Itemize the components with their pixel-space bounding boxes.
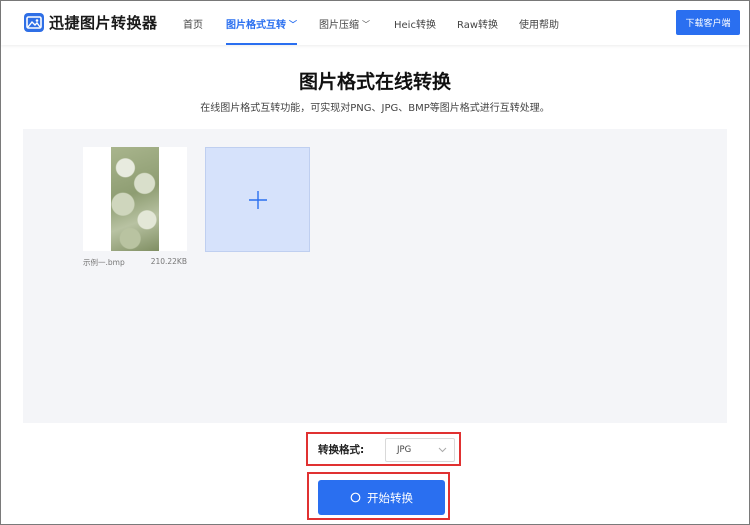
page-subtitle: 在线图片格式互转功能，可实现对PNG、JPG、BMP等图片格式进行互转处理。 xyxy=(200,103,550,114)
file-thumbnail[interactable] xyxy=(83,147,187,251)
format-select[interactable]: JPG xyxy=(385,438,455,462)
image-logo-icon xyxy=(24,13,44,32)
nav-item-compress[interactable]: 图片压缩 ﹀ xyxy=(319,16,370,31)
file-size: 210.22KB xyxy=(150,257,187,266)
nav-label: Raw转换 xyxy=(457,20,499,31)
file-name: 示例一.bmp xyxy=(83,258,125,267)
file-meta: 示例一.bmp 210.22KB xyxy=(83,257,187,268)
chevron-down-icon xyxy=(438,447,447,453)
format-label: 转换格式: xyxy=(318,443,365,456)
format-selector-row: 转换格式: JPG xyxy=(306,432,461,466)
nav-item-home[interactable]: 首页 xyxy=(183,16,203,31)
nav-item-help[interactable]: 使用帮助 xyxy=(519,16,559,31)
image-preview xyxy=(111,147,159,251)
nav-item-format-convert[interactable]: 图片格式互转 ﹀ xyxy=(226,16,297,45)
nav-item-heic[interactable]: Heic转换 xyxy=(394,16,436,31)
nav-label: 使用帮助 xyxy=(519,20,559,31)
nav-label: Heic转换 xyxy=(394,20,436,31)
start-convert-button[interactable]: 开始转换 xyxy=(318,480,445,515)
format-selected-value: JPG xyxy=(397,445,412,455)
chevron-down-icon: ﹀ xyxy=(362,20,370,29)
add-image-button[interactable] xyxy=(205,147,310,252)
nav-label: 图片压缩 xyxy=(319,20,359,31)
loading-icon xyxy=(350,492,361,503)
nav-label: 首页 xyxy=(183,20,203,31)
logo[interactable]: 迅捷图片转换器 xyxy=(24,12,158,33)
plus-icon xyxy=(248,190,267,209)
logo-text: 迅捷图片转换器 xyxy=(49,14,158,32)
start-button-highlight: 开始转换 xyxy=(307,472,450,520)
chevron-down-icon: ﹀ xyxy=(289,20,297,29)
page-title: 图片格式在线转换 xyxy=(298,71,451,93)
upload-area[interactable]: 示例一.bmp 210.22KB xyxy=(23,129,727,423)
nav-label: 图片格式互转 xyxy=(226,20,286,31)
nav-item-raw[interactable]: Raw转换 xyxy=(457,16,498,31)
start-convert-label: 开始转换 xyxy=(367,490,413,505)
file-card[interactable]: 示例一.bmp 210.22KB xyxy=(83,147,187,268)
download-client-button[interactable]: 下载客户端 xyxy=(676,10,740,35)
top-header: 迅捷图片转换器 首页 图片格式互转 ﹀ 图片压缩 ﹀ Heic转换 Raw转换 使用… xyxy=(1,1,749,45)
